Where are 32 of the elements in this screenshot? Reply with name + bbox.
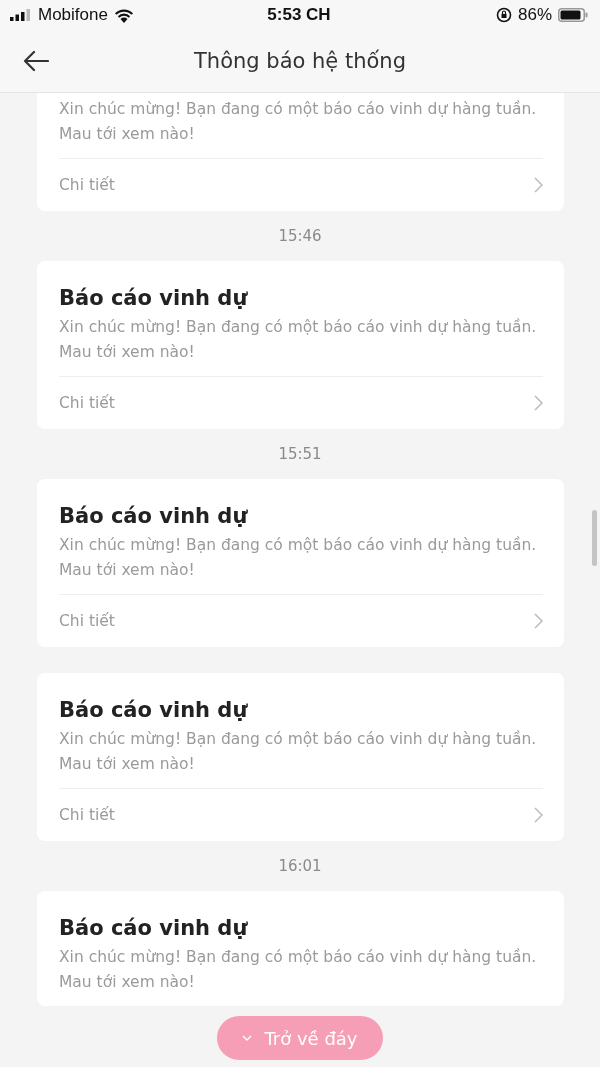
status-time: 5:53 CH: [267, 5, 331, 25]
signal-icon: [10, 9, 32, 21]
notification-title: Báo cáo vinh dự: [59, 503, 249, 530]
chevron-right-icon: [534, 807, 543, 823]
wifi-icon: [113, 7, 134, 23]
page-title: Thông báo hệ thống: [194, 49, 406, 73]
notification-message: Xin chúc mừng! Bạn đang có một báo cáo vinh dự hàng tuần. Mau tới xem nào!: [59, 97, 543, 159]
notification-message: Xin chúc mừng! Bạn đang có một báo cáo vinh dự hàng tuần. Mau tới xem nào!: [59, 727, 543, 789]
carrier-name: Mobifone: [38, 5, 108, 25]
details-link[interactable]: Chi tiết: [59, 377, 543, 429]
battery-percent: 86%: [517, 5, 552, 25]
notification-message: Xin chúc mừng! Bạn đang có một báo cáo vinh dự hàng tuần. Mau tới xem nào!: [59, 315, 543, 377]
notification-title: Báo cáo vinh dự: [59, 285, 249, 312]
back-arrow-icon: [23, 50, 49, 72]
timestamp: 16:01: [278, 857, 322, 875]
battery-icon: [558, 8, 588, 22]
scroll-to-bottom-button[interactable]: Trở về đáy: [217, 1016, 383, 1060]
details-link[interactable]: Chi tiết: [59, 595, 543, 647]
scrollbar: [592, 510, 597, 566]
details-link[interactable]: Chi tiết: [59, 789, 543, 841]
chevron-down-icon: [242, 1035, 253, 1041]
timestamp: 15:51: [278, 445, 322, 463]
notification-title: Báo cáo vinh dự: [59, 915, 249, 942]
timestamp: 15:46: [278, 227, 322, 245]
notification-title: Báo cáo vinh dự: [59, 697, 249, 724]
details-link[interactable]: Chi tiết: [59, 159, 543, 211]
rotation-lock-icon: [495, 7, 512, 23]
notification-message: Xin chúc mừng! Bạn đang có một báo cáo vinh dự hàng tuần. Mau tới xem nào!: [59, 947, 538, 993]
chevron-right-icon: [534, 613, 543, 629]
chevron-right-icon: [534, 395, 543, 411]
notification-message: Xin chúc mừng! Bạn đang có một báo cáo vinh dự hàng tuần. Mau tới xem nào!: [59, 533, 543, 595]
chevron-right-icon: [534, 177, 543, 193]
